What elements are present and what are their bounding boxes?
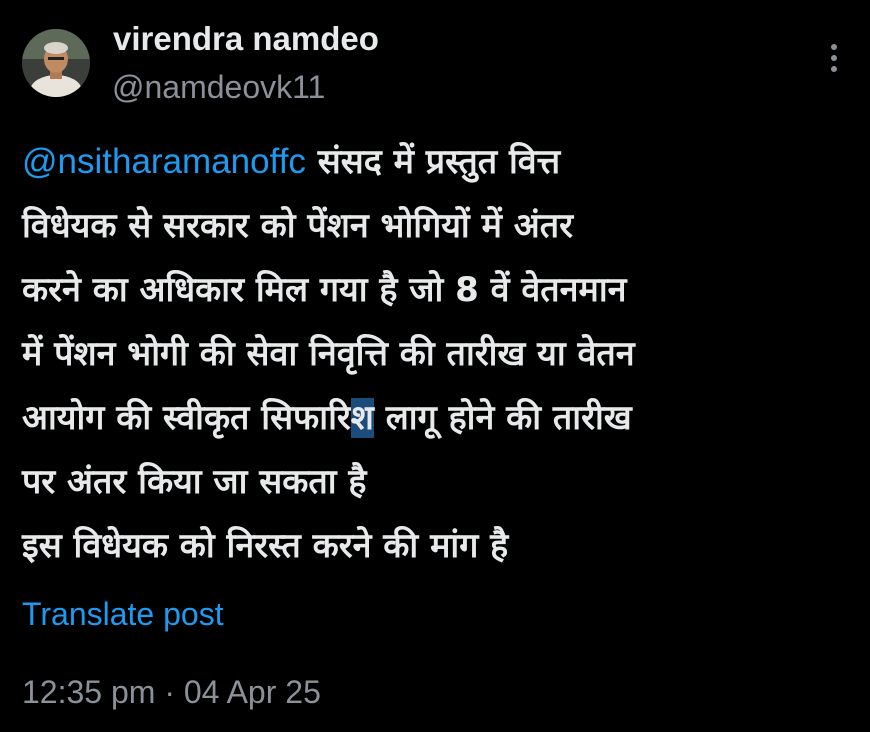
post-line-3: करने का अधिकार मिल गया है जो 8 वें वेतनम… bbox=[22, 270, 627, 310]
user-avatar[interactable] bbox=[22, 29, 90, 97]
post-line-5: आयोग की स्वीकृत सिफारिश लागू होने की तार… bbox=[22, 386, 862, 450]
author-handle[interactable]: @namdeovk11 bbox=[112, 68, 325, 106]
tweet-card: virendra namdeo @namdeovk11 @nsitharaman… bbox=[0, 0, 870, 732]
post-line-7: इस विधेयक को निरस्त करने की मांग है bbox=[22, 526, 509, 566]
avatar-image bbox=[22, 29, 90, 97]
mention-link[interactable]: @nsitharamanoffc bbox=[22, 142, 306, 181]
more-options-icon[interactable] bbox=[822, 40, 846, 76]
post-line-5-end: लागू होने की तारीख bbox=[373, 398, 632, 438]
post-line-6: पर अंतर किया जा सकता है bbox=[22, 462, 367, 502]
post-line-5-start: आयोग की स्वीकृत सिफारि bbox=[22, 398, 351, 438]
post-line-2: विधेयक से सरकार को पेंशन भोगियों में अंत… bbox=[22, 206, 574, 246]
post-line-4: में पेंशन भोगी की सेवा निवृत्ति की तारीख… bbox=[22, 334, 635, 374]
post-line-1: @nsitharamanoffc संसद में प्रस्तुत वित्त bbox=[22, 130, 862, 194]
author-display-name[interactable]: virendra namdeo bbox=[113, 20, 379, 58]
translate-post-link[interactable]: Translate post bbox=[22, 594, 224, 634]
post-text: @nsitharamanoffc संसद में प्रस्तुत वित्त… bbox=[22, 130, 862, 578]
post-timestamp[interactable]: 12:35 pm · 04 Apr 25 bbox=[22, 672, 321, 712]
text-selection-highlight: श bbox=[350, 398, 374, 438]
post-line-1-text: संसद में प्रस्तुत वित्त bbox=[305, 142, 561, 182]
